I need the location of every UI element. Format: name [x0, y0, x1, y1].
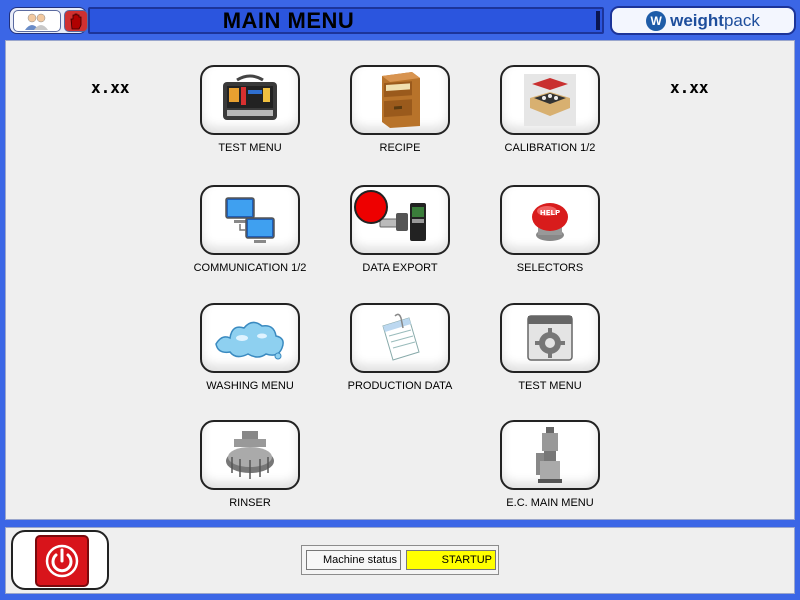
alert-indicator: [354, 190, 388, 224]
power-icon: [35, 535, 89, 587]
menu-item-rinser[interactable]: RINSER: [175, 420, 325, 509]
menu-item-recipe[interactable]: RECIPE: [325, 65, 475, 154]
menu-item-data-export[interactable]: DATA EXPORT: [325, 185, 475, 274]
test-menu-gear-button[interactable]: [500, 303, 600, 373]
page-title: MAIN MENU: [222, 7, 355, 33]
toolbox-icon: [223, 74, 277, 120]
power-button[interactable]: [11, 530, 109, 590]
logo-mark-icon: W: [646, 10, 667, 31]
ec-main-menu-button[interactable]: [500, 420, 600, 490]
document-icon: [382, 313, 420, 361]
production-data-button[interactable]: [350, 303, 450, 373]
svg-text:HELP: HELP: [540, 209, 560, 217]
version-right: x.xx: [670, 78, 709, 97]
filler-machine-icon: [536, 427, 562, 483]
users-icon[interactable]: [13, 10, 61, 32]
calibration-case-icon: [524, 74, 576, 126]
menu-label: SELECTORS: [516, 262, 584, 274]
menu-label: WASHING MENU: [206, 380, 294, 392]
rinser-button[interactable]: [200, 420, 300, 490]
water-splash-icon: [215, 321, 284, 360]
file-cabinet-icon: [382, 72, 420, 128]
menu-label: TEST MENU: [218, 142, 282, 154]
gear-icon: [527, 315, 573, 361]
menu-item-ec-main-menu[interactable]: E.C. MAIN MENU: [475, 420, 625, 509]
title-bar: MAIN MENU: [88, 7, 604, 34]
menu-item-production-data[interactable]: PRODUCTION DATA: [325, 303, 475, 392]
menu-label: CALIBRATION 1/2: [504, 142, 596, 154]
menu-label: RINSER: [229, 497, 271, 509]
main-panel: x.xx x.xx TEST MENU RECIPE CALIBRATION 1…: [5, 40, 795, 520]
help-button-icon: HELP: [532, 203, 568, 241]
menu-label: E.C. MAIN MENU: [506, 497, 594, 509]
menu-item-test-menu-gear[interactable]: TEST MENU: [475, 303, 625, 392]
menu-label: RECIPE: [379, 142, 421, 154]
communication-button[interactable]: [200, 185, 300, 255]
weightpack-logo: W weightpack: [610, 6, 796, 35]
menu-item-washing-menu[interactable]: WASHING MENU: [175, 303, 325, 392]
menu-item-test-menu[interactable]: TEST MENU: [175, 65, 325, 154]
machine-status-box: Machine status STARTUP: [301, 545, 499, 575]
machine-status-label: Machine status: [306, 550, 401, 570]
footer-panel: Machine status STARTUP: [5, 527, 795, 594]
menu-item-communication[interactable]: COMMUNICATION 1/2: [175, 185, 325, 274]
washing-menu-button[interactable]: [200, 303, 300, 373]
recipe-button[interactable]: [350, 65, 450, 135]
menu-label: PRODUCTION DATA: [347, 380, 453, 392]
machine-status-value: STARTUP: [406, 550, 496, 570]
version-left: x.xx: [91, 78, 130, 97]
menu-label: DATA EXPORT: [362, 262, 438, 274]
stop-hand-icon[interactable]: [64, 10, 88, 32]
data-export-button[interactable]: [350, 185, 450, 255]
menu-item-selectors[interactable]: HELP SELECTORS: [475, 185, 625, 274]
network-computers-icon: [225, 197, 275, 243]
logo-text: weightpack: [670, 10, 760, 30]
menu-item-calibration[interactable]: CALIBRATION 1/2: [475, 65, 625, 154]
selectors-button[interactable]: HELP: [500, 185, 600, 255]
test-menu-button[interactable]: [200, 65, 300, 135]
menu-label: TEST MENU: [518, 380, 582, 392]
menu-label: COMMUNICATION 1/2: [193, 262, 307, 274]
calibration-button[interactable]: [500, 65, 600, 135]
header-tools: [9, 7, 88, 34]
title-bar-edge: [596, 11, 600, 30]
rinser-machine-icon: [226, 431, 274, 479]
